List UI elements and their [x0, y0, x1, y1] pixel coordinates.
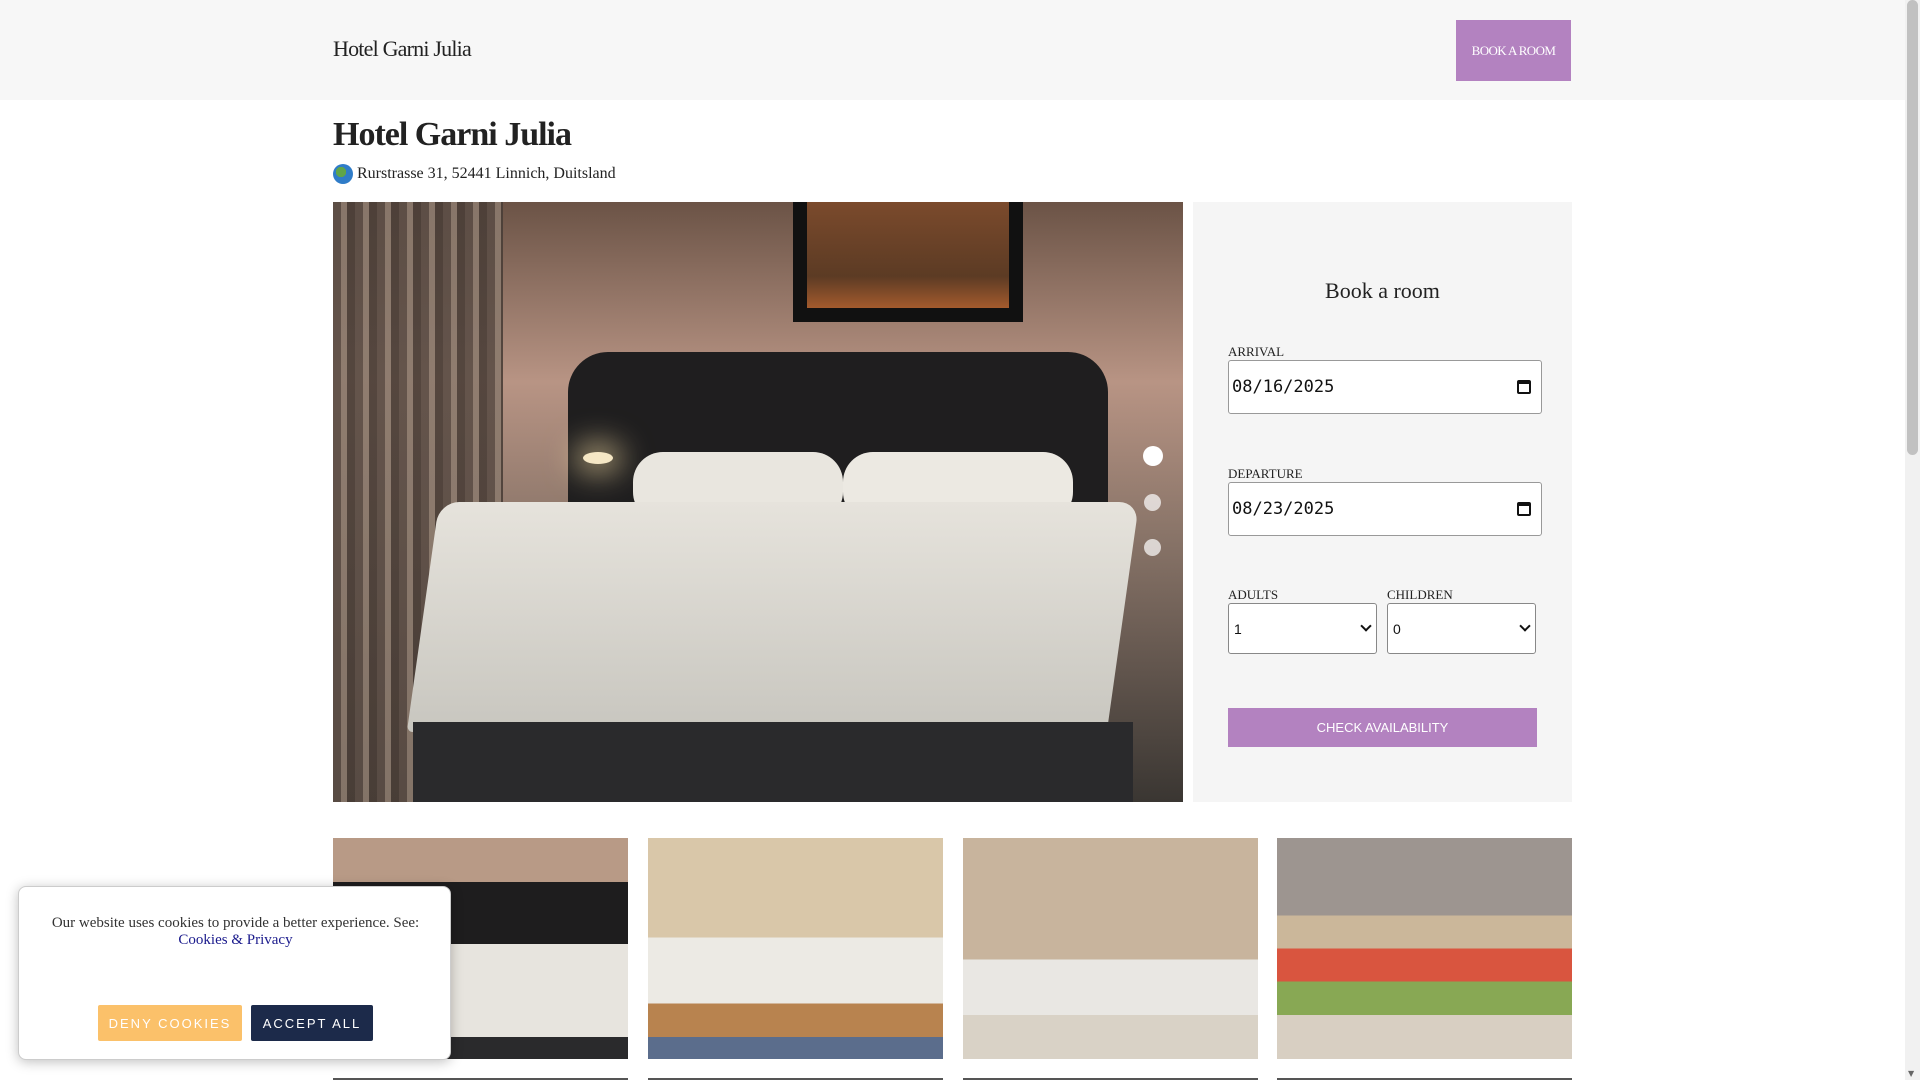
slider-dot-2[interactable]	[1144, 494, 1161, 511]
slider-dot-3[interactable]	[1144, 539, 1161, 556]
hotel-title: Hotel Garni Julia	[333, 116, 572, 153]
scroll-down-arrow-icon[interactable]: ▼	[1908, 1069, 1914, 1078]
adults-select[interactable]: 1	[1228, 603, 1377, 654]
scrollbar-thumb[interactable]	[1907, 0, 1918, 455]
site-header: Hotel Garni Julia BOOK A ROOM	[0, 0, 1905, 100]
chevron-down-icon	[1360, 620, 1372, 632]
departure-label: DEPARTURE	[1228, 466, 1303, 481]
hotel-address: Rurstrasse 31, 52441 Linnich, Duitsland	[333, 164, 616, 184]
departure-date-value: 08/23/2025	[1232, 499, 1335, 519]
slider-dot-1[interactable]	[1143, 446, 1163, 466]
booking-panel: Book a room ARRIVAL 08/16/2025 DEPARTURE…	[1193, 202, 1572, 802]
cookies-privacy-link[interactable]: Cookies & Privacy	[178, 932, 292, 948]
hero-photo-bed	[406, 502, 1140, 732]
children-label: CHILDREN	[1387, 587, 1453, 602]
calendar-icon[interactable]	[1517, 502, 1531, 516]
book-room-button[interactable]: BOOK A ROOM	[1456, 20, 1571, 81]
gallery-thumbnail-room[interactable]	[648, 838, 943, 1059]
site-brand[interactable]: Hotel Garni Julia	[333, 36, 472, 62]
cookie-message-block: Our website uses cookies to provide a be…	[39, 915, 432, 949]
cookie-message: Our website uses cookies to provide a be…	[51, 915, 420, 931]
children-select[interactable]: 0	[1387, 603, 1536, 654]
chevron-down-icon	[1519, 620, 1531, 632]
check-availability-button[interactable]: CHECK AVAILABILITY	[1228, 708, 1537, 747]
arrival-date-value: 08/16/2025	[1232, 377, 1335, 397]
accept-all-button[interactable]: ACCEPT ALL	[251, 1005, 373, 1041]
slider-dots	[1143, 446, 1163, 584]
hero-photo-bed-base	[413, 722, 1133, 802]
arrival-date-input[interactable]: 08/16/2025	[1228, 360, 1542, 414]
booking-title: Book a room	[1325, 278, 1440, 303]
hotel-address-text: Rurstrasse 31, 52441 Linnich, Duitsland	[357, 165, 616, 182]
children-value: 0	[1393, 620, 1401, 637]
calendar-icon[interactable]	[1517, 380, 1531, 394]
adults-value: 1	[1234, 620, 1242, 637]
departure-date-input[interactable]: 08/23/2025	[1228, 482, 1542, 536]
hero-photo-painting	[793, 202, 1023, 322]
gallery-thumbnail-bathroom[interactable]	[963, 838, 1258, 1059]
hero-photo-lamp	[583, 452, 613, 464]
globe-icon	[333, 164, 353, 184]
gallery-thumbnail-breakfast[interactable]	[1277, 838, 1572, 1059]
deny-cookies-button[interactable]: DENY COOKIES	[98, 1005, 242, 1041]
hero-slider[interactable]	[333, 202, 1183, 802]
adults-label: ADULTS	[1228, 587, 1279, 602]
arrival-label: ARRIVAL	[1228, 344, 1285, 359]
page-scrollbar[interactable]: ▼	[1905, 0, 1920, 1080]
cookie-banner: Our website uses cookies to provide a be…	[18, 886, 451, 1060]
